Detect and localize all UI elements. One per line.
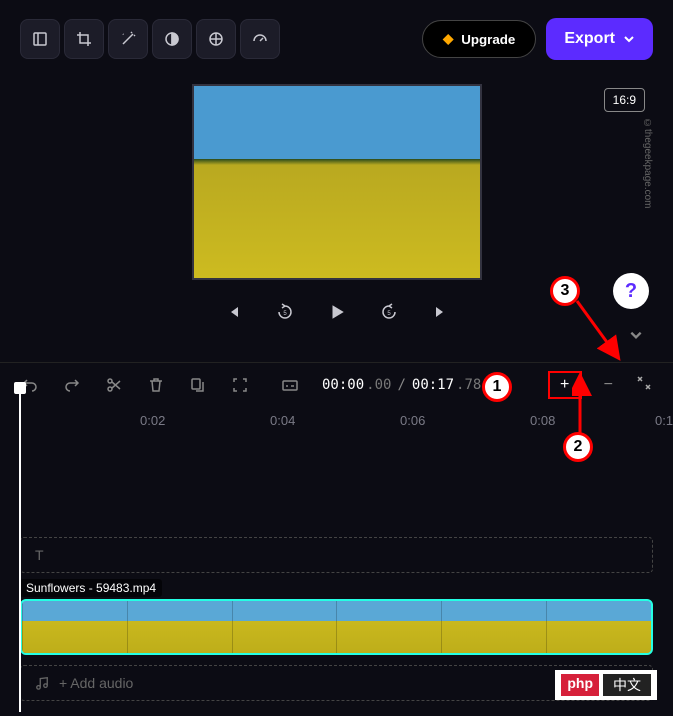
zoom-fit-button[interactable] [635,374,653,397]
video-preview[interactable] [192,84,482,280]
edit-tools-group [20,19,280,59]
upgrade-label: Upgrade [461,32,515,47]
copy-icon [189,376,207,394]
time-separator: / [397,377,405,393]
plus-icon: + [560,376,569,394]
copy-button[interactable] [188,375,208,395]
skip-forward-icon [433,304,449,320]
chevron-down-icon [629,328,643,342]
crop-icon [76,31,92,47]
skip-back-icon [225,304,241,320]
upgrade-button[interactable]: ◆ Upgrade [422,20,536,58]
magic-wand-icon [120,31,136,47]
redo-button[interactable] [62,375,82,395]
clip-thumbnails [22,601,651,653]
filter-icon [208,31,224,47]
play-icon [328,303,346,321]
filter-button[interactable] [196,19,236,59]
ruler-tick: 0:1 [655,413,673,428]
skip-back-button[interactable] [221,300,245,324]
trash-icon [147,376,165,394]
collapse-panel-button[interactable] [629,328,643,345]
export-label: Export [564,30,615,48]
caption-button[interactable] [280,375,300,395]
zoom-out-button[interactable]: − [604,376,613,394]
help-button[interactable]: ? [613,273,649,309]
timecode-display: 00:00.00 / 00:17.78 [322,377,481,393]
playhead[interactable] [19,388,21,712]
forward-button[interactable]: 5 [377,300,401,324]
fit-icon [635,374,653,392]
redo-icon [63,376,81,394]
contrast-button[interactable] [152,19,192,59]
frame-icon [231,376,249,394]
ruler-tick: 0:02 [140,413,165,428]
rewind-button[interactable]: 5 [273,300,297,324]
php-badge-dark: 中文 [603,674,651,696]
wand-button[interactable] [108,19,148,59]
forward-icon: 5 [379,302,399,322]
crop-button[interactable] [64,19,104,59]
svg-text:5: 5 [283,311,287,317]
caption-icon [281,376,299,394]
layout-icon [32,31,48,47]
rewind-icon: 5 [275,302,295,322]
duration-time: 00:17 [412,377,454,393]
aspect-ratio-label: 16:9 [613,93,636,107]
php-badge: php 中文 [555,670,657,700]
speed-button[interactable] [240,19,280,59]
speedometer-icon [252,31,268,47]
svg-text:5: 5 [387,311,391,317]
question-icon: ? [625,280,637,303]
php-badge-red: php [561,674,599,696]
zoom-in-button[interactable]: + [548,371,582,399]
play-button[interactable] [325,300,349,324]
top-toolbar: ◆ Upgrade Export [0,0,673,78]
timeline-ruler[interactable]: 0:02 0:04 0:06 0:08 0:1 [0,407,673,437]
video-clip[interactable] [20,599,653,655]
delete-button[interactable] [146,375,166,395]
export-button[interactable]: Export [546,18,653,60]
ruler-tick: 0:04 [270,413,295,428]
watermark-text: ©thegeekpage.com [642,118,653,209]
text-track-placeholder[interactable]: T [20,537,653,573]
scissors-icon [105,376,123,394]
track-area: T Sunflowers - 59483.mp4 + Add audio [0,437,673,701]
diamond-icon: ◆ [443,31,453,47]
text-icon: T [35,547,44,563]
contrast-icon [164,31,180,47]
minus-icon: − [604,376,613,393]
layout-button[interactable] [20,19,60,59]
right-actions: ◆ Upgrade Export [422,18,653,60]
crop-frame-button[interactable] [230,375,250,395]
chevron-down-icon [623,33,635,45]
split-button[interactable] [104,375,124,395]
music-icon [35,676,49,690]
clip-name-label: Sunflowers - 59483.mp4 [20,579,162,597]
duration-time-sub: .78 [456,377,481,393]
current-time-sub: .00 [366,377,391,393]
current-time: 00:00 [322,377,364,393]
transport-controls: 5 5 [221,300,453,324]
skip-forward-button[interactable] [429,300,453,324]
timeline-toolbar: 00:00.00 / 00:17.78 + − [0,362,673,407]
ruler-tick: 0:06 [400,413,425,428]
audio-placeholder-label: + Add audio [59,675,133,691]
ruler-tick: 0:08 [530,413,555,428]
canvas-area: 16:9 ©thegeekpage.com ? 5 5 [0,78,673,358]
aspect-ratio-button[interactable]: 16:9 [604,88,645,112]
